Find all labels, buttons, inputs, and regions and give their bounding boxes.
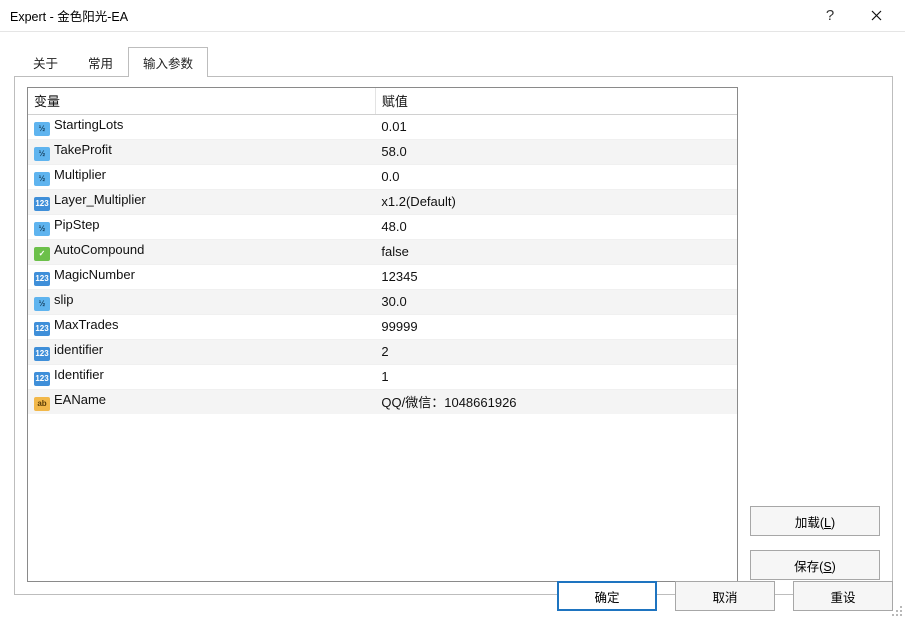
type-float-icon: ½ — [34, 222, 50, 236]
param-value[interactable]: 0.01 — [375, 114, 737, 139]
param-name: Identifier — [54, 367, 104, 382]
type-float-icon: ½ — [34, 122, 50, 136]
type-int-icon: 123 — [34, 347, 50, 361]
close-icon — [871, 10, 882, 21]
parameters-table[interactable]: 变量 赋值 ½StartingLots0.01½TakeProfit58.0½M… — [27, 87, 738, 582]
type-int-icon: 123 — [34, 372, 50, 386]
table-row[interactable]: ½ PipStep 48.0 — [28, 214, 737, 239]
param-name: identifier — [54, 342, 103, 357]
load-button[interactable]: 加载(L) — [750, 506, 880, 536]
param-value[interactable]: false — [375, 239, 737, 264]
type-bool-icon: ✓ — [34, 247, 50, 261]
type-int-icon: 123 — [34, 197, 50, 211]
type-int-icon: 123 — [34, 322, 50, 336]
table-row[interactable]: ab EAName QQ/微信：1048661926 — [28, 389, 737, 414]
param-value[interactable]: 99999 — [375, 314, 737, 339]
param-value[interactable]: 58.0 — [375, 139, 737, 164]
table-row[interactable]: ✓ AutoCompound false — [28, 239, 737, 264]
tab-about[interactable]: 关于 — [18, 47, 73, 77]
param-name: EAName — [54, 392, 106, 407]
dialog-buttons: 确定 取消 重设 — [557, 581, 893, 611]
type-int-icon: 123 — [34, 272, 50, 286]
side-buttons: 加载(L) 保存(S) — [750, 87, 880, 582]
param-value[interactable]: QQ/微信：1048661926 — [375, 389, 737, 414]
reset-button[interactable]: 重设 — [793, 581, 893, 611]
table-row[interactable]: 123 identifier 2 — [28, 339, 737, 364]
cancel-button[interactable]: 取消 — [675, 581, 775, 611]
param-value[interactable]: 0.0 — [375, 164, 737, 189]
param-name: StartingLots — [54, 117, 123, 132]
param-name: slip — [54, 292, 74, 307]
column-header-variable[interactable]: 变量 — [28, 88, 375, 114]
table-row[interactable]: 123 Identifier 1 — [28, 364, 737, 389]
param-name: TakeProfit — [54, 142, 112, 157]
save-button[interactable]: 保存(S) — [750, 550, 880, 580]
param-name: MaxTrades — [54, 317, 119, 332]
param-value[interactable]: 48.0 — [375, 214, 737, 239]
param-name: Layer_Multiplier — [54, 192, 146, 207]
column-header-value[interactable]: 赋值 — [375, 88, 737, 114]
resize-grip[interactable] — [891, 605, 903, 617]
type-str-icon: ab — [34, 397, 50, 411]
table-row[interactable]: ½ StartingLots 0.01 — [28, 114, 737, 139]
param-value[interactable]: 12345 — [375, 264, 737, 289]
type-float-icon: ½ — [34, 147, 50, 161]
window-title: Expert - 金色阳光-EA — [10, 6, 807, 25]
close-button[interactable] — [853, 1, 899, 31]
param-value[interactable]: 30.0 — [375, 289, 737, 314]
type-float-icon: ½ — [34, 297, 50, 311]
param-value[interactable]: x1.2(Default) — [375, 189, 737, 214]
ok-button[interactable]: 确定 — [557, 581, 657, 611]
table-row[interactable]: ½ TakeProfit 58.0 — [28, 139, 737, 164]
tab-inputs[interactable]: 输入参数 — [128, 47, 208, 77]
table-row[interactable]: ½ Multiplier 0.0 — [28, 164, 737, 189]
title-bar: Expert - 金色阳光-EA ? — [0, 0, 905, 32]
param-value[interactable]: 2 — [375, 339, 737, 364]
param-name: Multiplier — [54, 167, 106, 182]
param-value[interactable]: 1 — [375, 364, 737, 389]
param-name: PipStep — [54, 217, 100, 232]
table-row[interactable]: 123 MaxTrades 99999 — [28, 314, 737, 339]
inputs-panel: 变量 赋值 ½StartingLots0.01½TakeProfit58.0½M… — [14, 76, 893, 595]
table-row[interactable]: 123 MagicNumber 12345 — [28, 264, 737, 289]
param-name: MagicNumber — [54, 267, 135, 282]
help-button[interactable]: ? — [807, 1, 853, 31]
type-float-icon: ½ — [34, 172, 50, 186]
param-name: AutoCompound — [54, 242, 144, 257]
tab-common[interactable]: 常用 — [73, 47, 128, 77]
tab-strip: 关于 常用 输入参数 — [18, 46, 893, 76]
table-row[interactable]: 123 Layer_Multiplier x1.2(Default) — [28, 189, 737, 214]
table-row[interactable]: ½ slip 30.0 — [28, 289, 737, 314]
